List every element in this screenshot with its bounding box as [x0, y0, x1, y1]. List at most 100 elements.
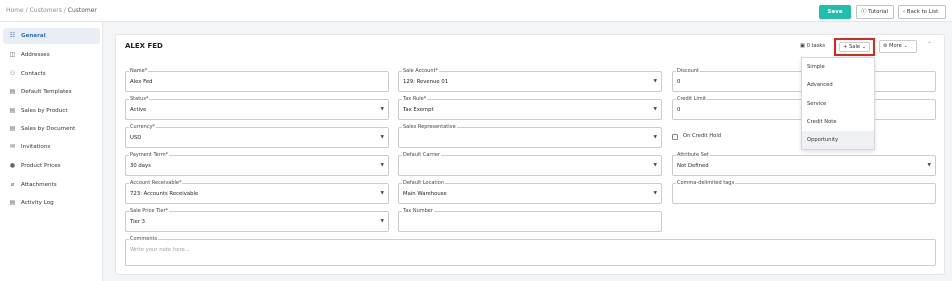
more-icon: ⊜ [883, 43, 888, 49]
sidebar-item-general[interactable]: ☷ General [3, 28, 100, 44]
caret-down-icon: ▼ [653, 163, 657, 168]
sale-button[interactable]: + Sale ⌄ [839, 42, 870, 52]
sales-representative-select[interactable]: Sales Representative ▼ [398, 124, 662, 148]
menu-item-opportunity[interactable]: Opportunity [802, 131, 874, 149]
more-button[interactable]: ⊜ More ⌄ [879, 40, 917, 53]
back-to-list-label: Back to List [906, 9, 939, 15]
more-label: More [889, 43, 902, 49]
field-label: Attribute Set [676, 152, 710, 158]
paperclip-icon: ⌀ [10, 181, 15, 188]
sidebar-item-label: Contacts [21, 71, 46, 77]
field-label: Tax Rule* [402, 96, 428, 102]
sale-dropdown-menu: Simple Advanced Service Credit Note Oppo… [801, 57, 875, 150]
tax-rule-select[interactable]: Tax Rule* Tax Exempt ▼ [398, 96, 662, 120]
caret-down-icon: ▼ [380, 219, 384, 224]
menu-item-service[interactable]: Service [802, 95, 874, 113]
field-label: Account Receivable* [129, 180, 183, 186]
name-field[interactable]: Name* Alex Fed [125, 68, 389, 92]
field-value: 30 days [130, 163, 151, 169]
sidebar-item-label: Default Templates [21, 89, 72, 95]
field-label: Sales Representative [402, 124, 457, 130]
general-icon: ☷ [9, 32, 16, 39]
tutorial-button[interactable]: ⓘ Tutorial [856, 5, 894, 19]
caret-down-icon: ▼ [380, 135, 384, 140]
breadcrumb-separator: / [25, 7, 28, 14]
sidebar-item-label: Sales by Product [21, 108, 68, 114]
menu-item-simple[interactable]: Simple [802, 58, 874, 76]
price-icon: ● [9, 162, 16, 169]
caret-down-icon: ▼ [380, 107, 384, 112]
tasks-label: 0 tasks [806, 43, 826, 49]
sidebar-item-label: Sales by Document [21, 126, 76, 132]
breadcrumb-customers[interactable]: Customers [30, 7, 62, 14]
menu-item-credit-note[interactable]: Credit Note [802, 113, 874, 131]
field-label: Currency* [129, 124, 157, 130]
status-select[interactable]: Status* Active ▼ [125, 96, 389, 120]
tags-field[interactable]: Comma-delimited tags [672, 180, 936, 204]
sidebar-item-activity-log[interactable]: ▤ Activity Log [3, 195, 100, 211]
sidebar-item-default-templates[interactable]: ▤ Default Templates [3, 84, 100, 100]
chevron-down-icon: ⌄ [903, 43, 908, 49]
sidebar-item-addresses[interactable]: ◫ Addresses [3, 47, 100, 63]
default-carrier-select[interactable]: Default Carrier ▼ [398, 152, 662, 176]
collapse-icon[interactable]: ⌃ [927, 41, 932, 48]
sale-highlight: + Sale ⌄ [834, 38, 875, 56]
field-value: Active [130, 107, 147, 113]
account-receivable-select[interactable]: Account Receivable* 723: Accounts Receiva… [125, 180, 389, 204]
caret-down-icon: ▼ [653, 107, 657, 112]
map-icon: ◫ [9, 51, 16, 58]
sidebar-item-label: Activity Log [21, 200, 54, 206]
caret-down-icon: ▼ [380, 191, 384, 196]
document-icon: ▤ [9, 88, 16, 95]
breadcrumb-separator: / [63, 7, 66, 14]
plus-icon: + [843, 44, 848, 50]
attribute-set-select[interactable]: Attribute Set Not Defined ▼ [672, 152, 936, 176]
breadcrumb-current: Customer [67, 7, 97, 14]
sidebar-item-product-prices[interactable]: ● Product Prices [3, 158, 100, 174]
sidebar-item-label: Product Prices [21, 163, 61, 169]
chevron-left-icon: ‹ [903, 9, 906, 15]
on-credit-hold-label: On Credit Hold [683, 133, 722, 139]
sale-price-tier-select[interactable]: Sale Price Tier* Tier 3 ▼ [125, 208, 389, 232]
document-icon: ▤ [9, 107, 16, 114]
field-value: Tier 3 [130, 219, 146, 225]
back-to-list-button[interactable]: ‹ Back to List [898, 5, 946, 19]
breadcrumb-home[interactable]: Home [6, 7, 24, 14]
calendar-icon: ▣ [800, 43, 805, 49]
save-button[interactable]: Save [819, 5, 851, 19]
tax-number-field[interactable]: Tax Number [398, 208, 662, 232]
field-value: Not Defined [677, 163, 709, 169]
sidebar-item-contacts[interactable]: ⚇ Contacts [3, 66, 100, 82]
field-value: USD [130, 135, 142, 141]
field-value: 723: Accounts Receivable [130, 191, 199, 197]
sale-account-select[interactable]: Sale Account* 129: Revenue 01 ▼ [398, 68, 662, 92]
field-label: Name* [129, 68, 149, 74]
field-value: 0 [677, 107, 681, 113]
default-location-select[interactable]: Default Location Main Warehouse ▼ [398, 180, 662, 204]
currency-select[interactable]: Currency* USD ▼ [125, 124, 389, 148]
sidebar-item-sales-by-document[interactable]: ▤ Sales by Document [3, 121, 100, 137]
menu-item-advanced[interactable]: Advanced [802, 76, 874, 94]
field-value: 129: Revenue 01 [403, 79, 449, 85]
payment-term-select[interactable]: Payment Term* 30 days ▼ [125, 152, 389, 176]
caret-down-icon: ▼ [653, 79, 657, 84]
field-label: Status* [129, 96, 150, 102]
breadcrumb: Home / Customers / Customer [6, 7, 97, 14]
field-label: Sale Price Tier* [129, 208, 170, 214]
sidebar-item-sales-by-product[interactable]: ▤ Sales by Product [3, 103, 100, 119]
tasks-button[interactable]: ▣ 0 tasks [800, 43, 825, 49]
sidebar-item-attachments[interactable]: ⌀ Attachments [3, 177, 100, 193]
sidebar-item-invitations[interactable]: ✉ Invitations [3, 139, 100, 155]
sidebar-item-label: Invitations [21, 144, 51, 150]
on-credit-hold-checkbox[interactable] [672, 134, 678, 140]
info-icon: ⓘ [861, 9, 867, 15]
comments-placeholder: Write your note here... [130, 247, 190, 253]
contacts-icon: ⚇ [9, 70, 16, 77]
comments-textarea[interactable]: Comments Write your note here... [125, 236, 936, 266]
tutorial-label: Tutorial [868, 9, 888, 15]
caret-down-icon: ▼ [653, 135, 657, 140]
field-label: Tax Number [402, 208, 434, 214]
sidebar-item-label: Attachments [21, 182, 57, 188]
field-value: Alex Fed [130, 79, 153, 85]
caret-down-icon: ▼ [380, 163, 384, 168]
